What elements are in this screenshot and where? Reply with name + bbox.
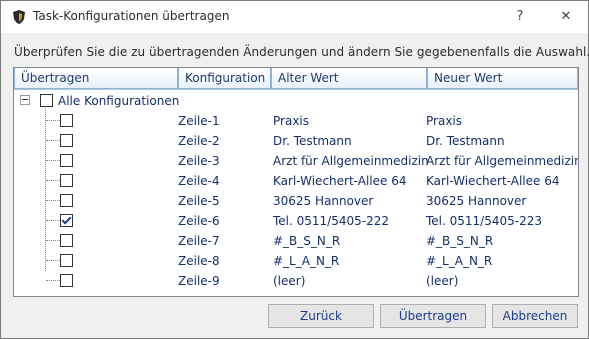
table-row[interactable]: Zeile-2 Dr. Testmann Dr. Testmann: [14, 131, 578, 151]
table-row[interactable]: Zeile-4 Karl-Wiechert-Allee 64 Karl-Wieche…: [14, 171, 578, 191]
old-value: Praxis: [273, 114, 309, 128]
old-value: Tel. 0511/5405-222: [273, 214, 389, 228]
row-checkbox[interactable]: [60, 254, 73, 267]
old-value: (leer): [273, 274, 306, 288]
old-value: Karl-Wiechert-Allee 64: [273, 174, 407, 188]
old-value: Dr. Testmann: [273, 134, 352, 148]
header-neuer-wert[interactable]: Neuer Wert: [427, 68, 578, 89]
new-value: 30625 Hannover: [426, 194, 527, 208]
new-value: Arzt für Allgemeinmedizin: [426, 154, 579, 168]
table-row[interactable]: Zeile-3 Arzt für Allgemeinmedizin Arzt für…: [14, 151, 578, 171]
tree-branch-line: [46, 240, 60, 241]
config-name: Zeile-8: [178, 254, 220, 268]
config-name: Zeile-2: [178, 134, 220, 148]
header-uebertragen[interactable]: Übertragen: [14, 68, 178, 89]
new-value: #_L_A_N_R: [426, 254, 493, 268]
old-value: #_L_A_N_R: [273, 254, 340, 268]
row-checkbox[interactable]: [60, 274, 73, 287]
close-button[interactable]: ✕: [556, 7, 576, 27]
transfer-button[interactable]: Übertragen: [380, 304, 486, 328]
config-name: Zeile-7: [178, 234, 220, 248]
tree-branch-line: [46, 180, 60, 181]
window-title: Task-Konfigurationen übertragen: [33, 9, 230, 23]
title-bar: Task-Konfigurationen übertragen ? ✕: [1, 1, 588, 33]
config-name: Zeile-6: [178, 214, 220, 228]
new-value: Tel. 0511/5405-223: [426, 214, 542, 228]
config-name: Zeile-5: [178, 194, 220, 208]
tree-branch-line: [46, 220, 60, 221]
header-konfiguration[interactable]: Konfiguration: [178, 68, 271, 89]
row-checkbox[interactable]: [60, 114, 73, 127]
tree-branch-line: [46, 200, 60, 201]
row-checkbox[interactable]: [60, 154, 73, 167]
tree-branch-line: [46, 280, 60, 281]
new-value: Praxis: [426, 114, 462, 128]
instruction-text: Überprüfen Sie die zu übertragenden Ände…: [14, 45, 589, 59]
new-value: Dr. Testmann: [426, 134, 505, 148]
table-row[interactable]: Zeile-6 Tel. 0511/5405-222 Tel. 0511/5405-…: [14, 211, 578, 231]
root-label: Alle Konfigurationen: [58, 94, 180, 108]
help-button[interactable]: ?: [510, 7, 530, 27]
row-checkbox[interactable]: [60, 174, 73, 187]
config-name: Zeile-9: [178, 274, 220, 288]
table-row[interactable]: Zeile-9 (leer) (leer): [14, 271, 578, 291]
new-value: (leer): [426, 274, 459, 288]
config-name: Zeile-4: [178, 174, 220, 188]
shield-app-icon: [11, 9, 27, 25]
dialog-window: Task-Konfigurationen übertragen ? ✕ Über…: [0, 0, 589, 339]
row-checkbox[interactable]: [60, 194, 73, 207]
new-value: Karl-Wiechert-Allee 64: [426, 174, 560, 188]
back-button[interactable]: Zurück: [268, 304, 374, 328]
old-value: 30625 Hannover: [273, 194, 374, 208]
config-tree-table[interactable]: Übertragen Konfiguration Alter Wert Neue…: [13, 67, 579, 297]
row-checkbox[interactable]: [60, 134, 73, 147]
table-row[interactable]: Zeile-8 #_L_A_N_R #_L_A_N_R: [14, 251, 578, 271]
table-row[interactable]: Zeile-1 Praxis Praxis: [14, 111, 578, 131]
tree-branch-line: [46, 140, 60, 141]
cancel-button[interactable]: Abbrechen: [492, 304, 578, 328]
table-row[interactable]: Zeile-5 30625 Hannover 30625 Hannover: [14, 191, 578, 211]
row-checkbox[interactable]: [60, 214, 73, 227]
tree-root-row[interactable]: Alle Konfigurationen: [14, 91, 578, 111]
table-header: Übertragen Konfiguration Alter Wert Neue…: [14, 68, 578, 90]
table-row[interactable]: Zeile-7 #_B_S_N_R #_B_S_N_R: [14, 231, 578, 251]
collapse-toggle-icon[interactable]: [20, 95, 30, 105]
tree-branch-line: [46, 160, 60, 161]
header-alter-wert[interactable]: Alter Wert: [271, 68, 427, 89]
old-value: #_B_S_N_R: [273, 234, 341, 248]
new-value: #_B_S_N_R: [426, 234, 494, 248]
tree-branch-line: [46, 260, 60, 261]
row-checkbox[interactable]: [60, 234, 73, 247]
config-name: Zeile-3: [178, 154, 220, 168]
root-checkbox[interactable]: [40, 94, 53, 107]
config-name: Zeile-1: [178, 114, 220, 128]
old-value: Arzt für Allgemeinmedizin: [273, 154, 429, 168]
tree-branch-line: [46, 120, 60, 121]
